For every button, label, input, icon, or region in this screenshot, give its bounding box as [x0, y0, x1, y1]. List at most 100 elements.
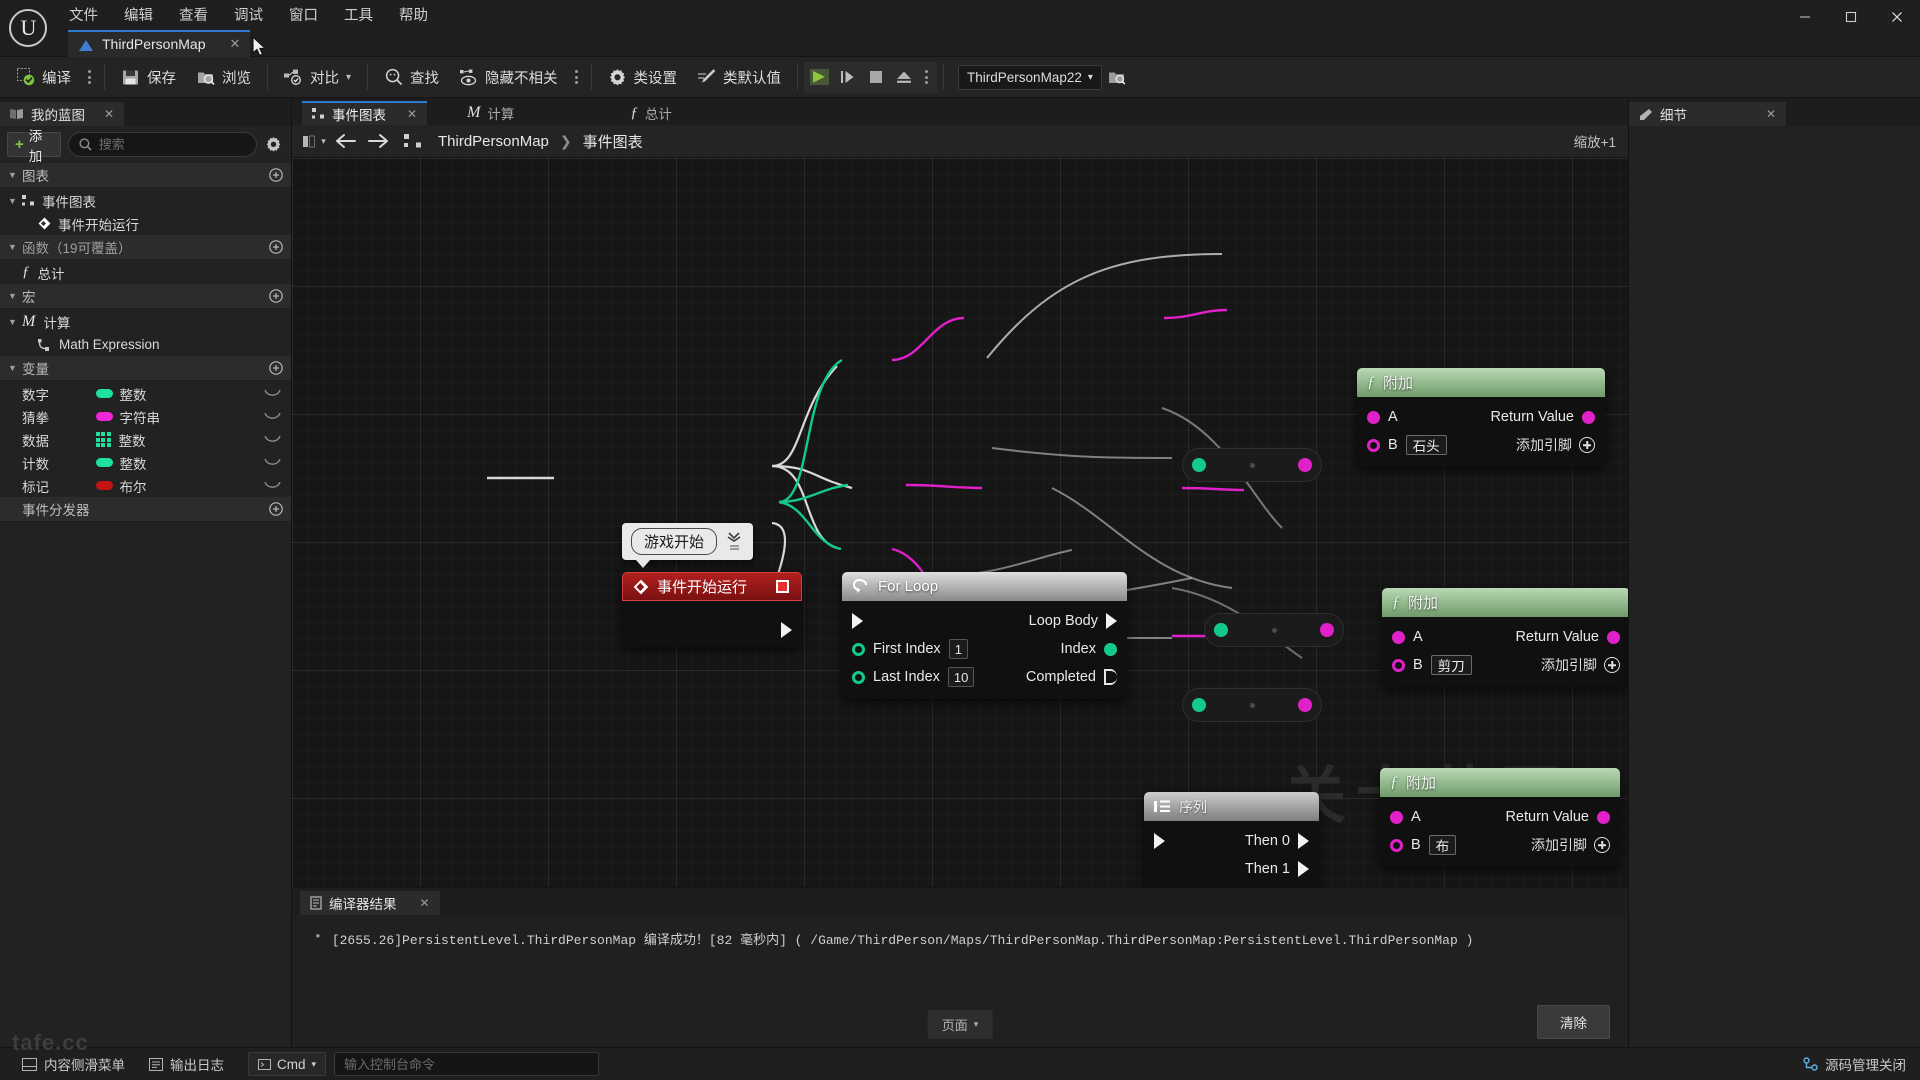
input-pin[interactable] [1192, 698, 1206, 712]
class-settings-button[interactable]: 类设置 [598, 61, 688, 94]
compiler-log-area[interactable]: • [2655.26]PersistentLevel.ThirdPersonMa… [292, 915, 1628, 1047]
menu-edit[interactable]: 编辑 [111, 2, 166, 30]
stop-button[interactable] [862, 63, 890, 92]
output-pin[interactable] [1298, 698, 1312, 712]
browse-button[interactable]: 浏览 [186, 61, 261, 94]
settings-button[interactable] [264, 133, 284, 157]
compile-options-button[interactable] [81, 70, 98, 84]
tab-details[interactable]: 细节 ✕ [1629, 102, 1787, 126]
chevron-down-icon[interactable]: ▾ [346, 72, 351, 83]
compile-button[interactable]: 编译 [6, 61, 81, 94]
variable-row-data[interactable]: 数据 整数 [0, 428, 291, 451]
maximize-button[interactable] [1828, 0, 1874, 34]
add-function-button[interactable] [269, 240, 283, 254]
menu-window[interactable]: 窗口 [276, 2, 331, 30]
forward-button[interactable] [364, 129, 392, 154]
caret-down-icon[interactable]: ▼ [8, 170, 22, 180]
clear-button[interactable]: 清除 [1537, 1005, 1610, 1039]
node-reroute-2[interactable] [1204, 613, 1344, 647]
save-button[interactable]: 保存 [111, 61, 186, 94]
input-pin-first-index[interactable] [852, 642, 865, 656]
page-selector[interactable]: 页面 ▾ [927, 1010, 993, 1039]
visibility-eye-icon[interactable] [264, 412, 281, 421]
output-pin[interactable] [1298, 458, 1312, 472]
browse-map-button[interactable] [1102, 61, 1133, 94]
node-append-2[interactable]: ƒ 附加 A Return Value B 剪刀 添加引脚 [1382, 588, 1628, 687]
exec-output-pin[interactable] [781, 622, 792, 638]
add-button[interactable]: + 添加 [7, 129, 61, 164]
close-icon[interactable]: ✕ [407, 107, 417, 121]
menu-file[interactable]: 文件 [56, 2, 111, 30]
node-append-1[interactable]: ƒ 附加 A Return Value B 石头 添加引脚 [1357, 368, 1605, 467]
input-pin[interactable] [1192, 458, 1206, 472]
play-options-button[interactable] [918, 70, 935, 84]
input-pin-last-index[interactable] [852, 670, 865, 684]
play-button[interactable] [806, 63, 834, 92]
output-pin-return-value[interactable] [1582, 410, 1595, 424]
tab-my-blueprint[interactable]: 我的蓝图 ✕ [0, 102, 125, 126]
exec-input-pin[interactable] [1154, 833, 1165, 849]
output-pin-return-value[interactable] [1597, 810, 1610, 824]
map-selector[interactable]: ThirdPersonMap22 ▾ [958, 64, 1102, 90]
step-button[interactable] [834, 63, 862, 92]
close-icon[interactable]: ✕ [104, 107, 114, 121]
tree-group-functions[interactable]: ▼ 函数（19可覆盖） [0, 235, 291, 260]
tab-calc[interactable]: M 计算 [457, 101, 524, 125]
search-box[interactable] [67, 132, 257, 157]
tab-total[interactable]: ƒ 总计 [620, 101, 682, 125]
close-window-button[interactable] [1874, 0, 1920, 34]
tree-item-function-total[interactable]: ƒ 总计 [0, 261, 291, 284]
caret-down-icon[interactable]: ▼ [8, 242, 22, 252]
eject-button[interactable] [890, 63, 918, 92]
output-pin-return-value[interactable] [1607, 630, 1620, 644]
input-pin-a[interactable] [1392, 630, 1405, 644]
caret-down-icon[interactable]: ▼ [8, 317, 22, 327]
find-button[interactable]: 查找 [374, 61, 449, 94]
caret-down-icon[interactable]: ▼ [8, 363, 22, 373]
input-pin-a[interactable] [1367, 410, 1380, 424]
tree-group-graphs[interactable]: ▼ 图表 [0, 163, 291, 188]
node-sequence[interactable]: 序列 Then 0 Then 1 [1144, 792, 1319, 887]
blueprint-badge-icon[interactable] [396, 129, 430, 154]
add-pin-button[interactable]: 添加引脚 [1531, 835, 1610, 855]
input-pin[interactable] [1214, 623, 1228, 637]
exec-output-pin-then1[interactable] [1298, 861, 1309, 877]
tree-item-event-begin-play[interactable]: 事件开始运行 [0, 212, 291, 235]
console-command-input[interactable] [334, 1052, 600, 1076]
exec-output-pin-then0[interactable] [1298, 833, 1309, 849]
input-pin-a[interactable] [1390, 810, 1403, 824]
add-graph-button[interactable] [269, 168, 283, 182]
tree-item-math-expression[interactable]: Math Expression [0, 333, 291, 356]
append-3-b-input[interactable]: 布 [1428, 835, 1457, 855]
variable-row-flag[interactable]: 标记 布尔 [0, 474, 291, 497]
blueprint-canvas[interactable]: 关卡蓝图 [292, 158, 1628, 887]
add-event-dispatcher-button[interactable] [269, 502, 283, 516]
append-2-b-input[interactable]: 剪刀 [1430, 655, 1472, 675]
minimize-button[interactable] [1782, 0, 1828, 34]
visibility-eye-icon[interactable] [264, 481, 281, 490]
append-1-b-input[interactable]: 石头 [1405, 435, 1447, 455]
node-reroute-3[interactable] [1182, 688, 1322, 722]
output-pin[interactable] [1320, 623, 1334, 637]
node-reroute-1[interactable] [1182, 448, 1322, 482]
class-defaults-button[interactable]: 类默认值 [687, 61, 791, 94]
variable-row-number[interactable]: 数字 整数 [0, 382, 291, 405]
visibility-eye-icon[interactable] [264, 389, 281, 398]
close-icon[interactable]: ✕ [1766, 107, 1776, 121]
tab-event-graph[interactable]: 事件图表 ✕ [302, 101, 428, 125]
output-pin-index[interactable] [1104, 642, 1117, 656]
node-for-loop[interactable]: For Loop Loop Body First Index 1 Index L… [842, 572, 1127, 699]
document-tab-thirdpersonmap[interactable]: ThirdPersonMap ✕ [68, 30, 251, 57]
output-log-button[interactable]: 输出日志 [137, 1048, 236, 1080]
menu-help[interactable]: 帮助 [386, 2, 441, 30]
exec-output-pin-completed[interactable] [1104, 669, 1117, 685]
source-control-button[interactable]: 源码管理关闭 [1789, 1054, 1920, 1074]
cmd-selector[interactable]: Cmd ▾ [248, 1052, 327, 1076]
close-icon[interactable]: ✕ [214, 36, 241, 52]
graph-options-button[interactable]: ▾ [300, 129, 328, 154]
first-index-input[interactable]: 1 [948, 639, 968, 659]
exec-input-pin[interactable] [852, 613, 863, 629]
tree-group-variables[interactable]: ▼ 变量 [0, 356, 291, 381]
hide-unrelated-button[interactable]: 隐藏不相关 [449, 61, 568, 94]
close-icon[interactable]: ✕ [420, 896, 430, 910]
